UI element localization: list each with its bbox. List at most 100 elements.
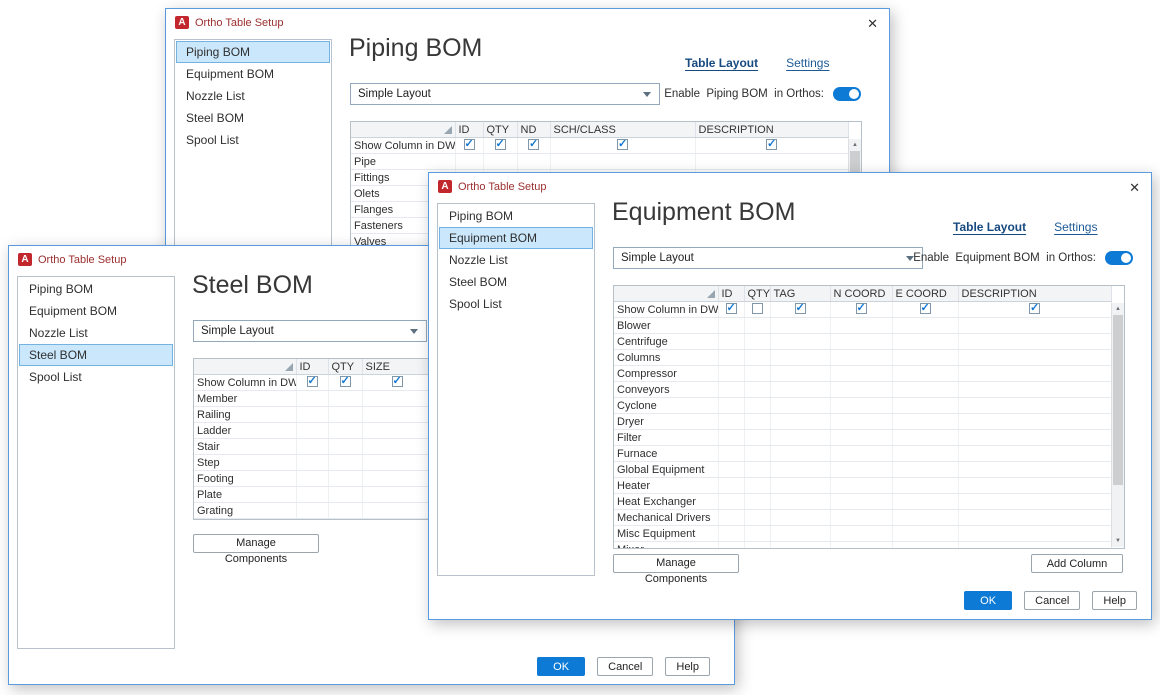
column-header-qty[interactable]: QTY xyxy=(483,122,518,138)
manage-components-button[interactable]: Manage Components xyxy=(613,554,739,585)
show-column-checkbox-e-coord[interactable] xyxy=(919,302,931,315)
scroll-down-icon[interactable]: ▼ xyxy=(1112,535,1124,547)
component-name-heat-exchanger: Heat Exchanger xyxy=(614,493,719,510)
sidebar-item-spool-list[interactable]: Spool List xyxy=(19,366,173,388)
empty-cell xyxy=(892,525,959,542)
show-column-checkbox-description[interactable] xyxy=(766,138,777,151)
vertical-scrollbar[interactable]: ▲ ▼ xyxy=(1111,303,1124,547)
empty-cell xyxy=(958,397,1112,414)
layout-select[interactable]: Simple Layout xyxy=(613,247,923,269)
empty-cell xyxy=(718,525,745,542)
tab-table-layout[interactable]: Table Layout xyxy=(685,56,758,70)
show-column-checkbox-id[interactable] xyxy=(725,302,737,315)
empty-cell xyxy=(483,153,518,170)
show-column-checkbox-size[interactable] xyxy=(391,375,403,388)
add-column-button[interactable]: Add Column xyxy=(1031,554,1123,573)
component-row: Misc Equipment xyxy=(614,525,1112,542)
titlebar[interactable]: A Ortho Table Setup ✕ xyxy=(429,173,1151,201)
show-column-checkbox-n-coord[interactable] xyxy=(855,302,867,315)
corner-header-cell[interactable] xyxy=(194,359,297,375)
column-header-qty[interactable]: QTY xyxy=(744,286,771,302)
column-header-size[interactable]: SIZE xyxy=(362,359,433,375)
scroll-up-icon[interactable]: ▲ xyxy=(849,139,861,151)
sidebar-item-spool-list[interactable]: Spool List xyxy=(439,293,593,315)
help-button[interactable]: Help xyxy=(665,657,710,676)
empty-cell xyxy=(958,413,1112,430)
show-column-checkbox-qty[interactable] xyxy=(751,302,763,314)
component-name-railing: Railing xyxy=(194,406,297,423)
titlebar[interactable]: A Ortho Table Setup ✕ xyxy=(166,9,889,37)
column-header-n-coord[interactable]: N COORD xyxy=(830,286,893,302)
sidebar-item-nozzle-list[interactable]: Nozzle List xyxy=(176,85,330,107)
show-column-row-label: Show Column in DWG xyxy=(614,301,719,318)
column-header-id[interactable]: ID xyxy=(455,122,484,138)
empty-cell xyxy=(892,333,959,350)
empty-cell xyxy=(718,493,745,510)
column-header-description[interactable]: DESCRIPTION xyxy=(695,122,849,138)
close-icon[interactable]: ✕ xyxy=(1129,181,1140,194)
column-header-id[interactable]: ID xyxy=(296,359,329,375)
show-column-checkbox-tag[interactable] xyxy=(794,302,806,315)
checkbox-cell xyxy=(296,374,329,391)
sidebar-item-nozzle-list[interactable]: Nozzle List xyxy=(439,249,593,271)
column-header-description[interactable]: DESCRIPTION xyxy=(958,286,1112,302)
scroll-up-icon[interactable]: ▲ xyxy=(1112,303,1124,315)
column-header-sch-class[interactable]: SCH/CLASS xyxy=(550,122,696,138)
sidebar-item-steel-bom[interactable]: Steel BOM xyxy=(176,107,330,129)
empty-cell xyxy=(770,525,831,542)
tab-settings[interactable]: Settings xyxy=(786,56,829,70)
corner-header-cell[interactable] xyxy=(614,286,719,302)
show-column-checkbox-id[interactable] xyxy=(306,375,318,388)
tab-table-layout[interactable]: Table Layout xyxy=(953,220,1026,234)
scrollbar-thumb[interactable] xyxy=(1113,315,1123,485)
component-row: Compressor xyxy=(614,365,1112,382)
ok-button[interactable]: OK xyxy=(537,657,586,676)
column-header-e-coord[interactable]: E COORD xyxy=(892,286,959,302)
column-header-nd[interactable]: ND xyxy=(517,122,551,138)
checkbox-cell xyxy=(362,374,433,391)
sidebar-item-piping-bom[interactable]: Piping BOM xyxy=(176,41,330,63)
sidebar-item-steel-bom[interactable]: Steel BOM xyxy=(439,271,593,293)
sidebar-item-steel-bom[interactable]: Steel BOM xyxy=(19,344,173,366)
column-header-id[interactable]: ID xyxy=(718,286,745,302)
sidebar-item-equipment-bom[interactable]: Equipment BOM xyxy=(439,227,593,249)
tab-settings[interactable]: Settings xyxy=(1054,220,1097,234)
help-button[interactable]: Help xyxy=(1092,591,1137,610)
column-header-tag[interactable]: TAG xyxy=(770,286,831,302)
layout-select[interactable]: Simple Layout xyxy=(350,83,660,105)
sidebar-item-nozzle-list[interactable]: Nozzle List xyxy=(19,322,173,344)
show-column-checkbox-id[interactable] xyxy=(463,138,475,151)
sidebar-item-piping-bom[interactable]: Piping BOM xyxy=(439,205,593,227)
empty-cell xyxy=(695,153,849,170)
show-column-checkbox-sch-class[interactable] xyxy=(617,138,628,151)
layout-select[interactable]: Simple Layout xyxy=(193,320,427,342)
sidebar-item-equipment-bom[interactable]: Equipment BOM xyxy=(176,63,330,85)
empty-cell xyxy=(958,317,1112,334)
corner-header-cell[interactable] xyxy=(351,122,456,138)
show-column-checkbox-description[interactable] xyxy=(1029,302,1040,315)
show-column-checkbox-qty[interactable] xyxy=(339,375,351,388)
close-icon[interactable]: ✕ xyxy=(867,17,878,30)
ok-button[interactable]: OK xyxy=(964,591,1013,610)
empty-cell xyxy=(892,397,959,414)
show-column-checkbox-nd[interactable] xyxy=(528,138,539,151)
view-tabs: Table Layout Settings xyxy=(685,56,829,70)
cancel-button[interactable]: Cancel xyxy=(597,657,654,676)
cancel-button[interactable]: Cancel xyxy=(1024,591,1081,610)
manage-components-button[interactable]: Manage Components xyxy=(193,534,319,565)
checkbox-cell xyxy=(455,137,484,154)
enable-toggle[interactable] xyxy=(1105,251,1133,265)
empty-cell xyxy=(770,365,831,382)
show-column-row: Show Column in DWG xyxy=(351,137,849,154)
empty-cell xyxy=(958,349,1112,366)
enable-toggle[interactable] xyxy=(833,87,861,101)
show-column-checkbox-qty[interactable] xyxy=(494,138,506,151)
empty-cell xyxy=(770,397,831,414)
component-row: Heat Exchanger xyxy=(614,493,1112,510)
equipment-bom-window: A Ortho Table Setup ✕ Piping BOM Equipmen… xyxy=(428,172,1152,620)
component-row: Cyclone xyxy=(614,397,1112,414)
sidebar-item-equipment-bom[interactable]: Equipment BOM xyxy=(19,300,173,322)
column-header-qty[interactable]: QTY xyxy=(328,359,363,375)
sidebar-item-spool-list[interactable]: Spool List xyxy=(176,129,330,151)
sidebar-item-piping-bom[interactable]: Piping BOM xyxy=(19,278,173,300)
